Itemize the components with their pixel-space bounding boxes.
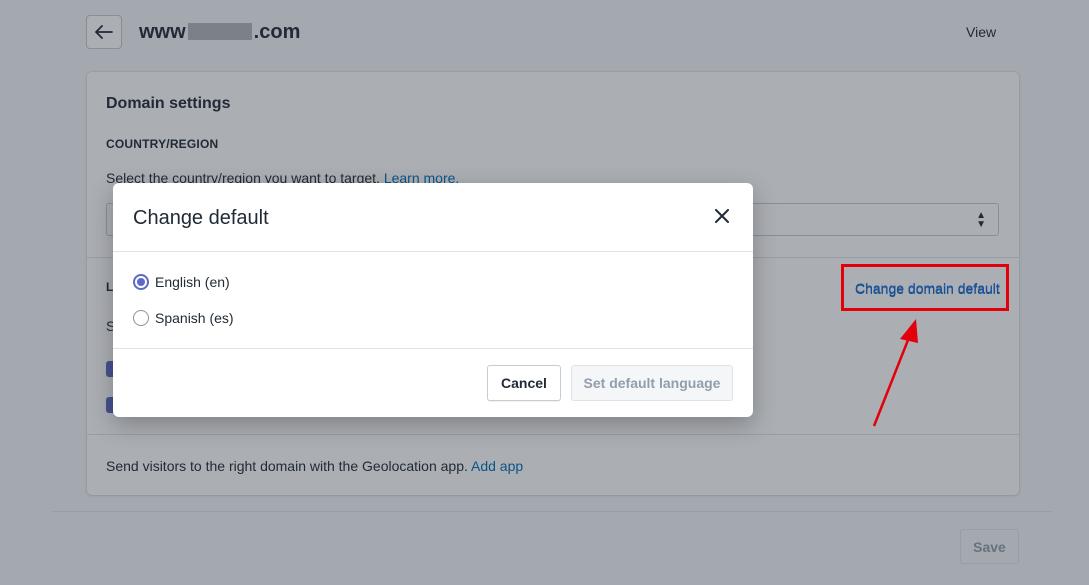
change-default-modal: Change default English (en) Spanish (es)…	[113, 183, 753, 417]
change-domain-default-link-highlighted[interactable]: Change domain default	[855, 280, 1000, 296]
close-button[interactable]	[711, 205, 733, 227]
set-default-language-button[interactable]: Set default language	[571, 365, 733, 401]
close-icon	[715, 209, 729, 223]
modal-title: Change default	[133, 207, 269, 229]
divider	[113, 348, 753, 349]
radio-label: English (en)	[155, 274, 230, 290]
cancel-button[interactable]: Cancel	[487, 365, 561, 401]
radio-option-english[interactable]: English (en)	[133, 274, 230, 290]
radio-button-checked[interactable]	[133, 274, 149, 290]
radio-button[interactable]	[133, 310, 149, 326]
divider	[113, 251, 753, 252]
radio-option-spanish[interactable]: Spanish (es)	[133, 310, 234, 326]
radio-label: Spanish (es)	[155, 310, 234, 326]
annotation-arrow-icon	[872, 319, 918, 427]
